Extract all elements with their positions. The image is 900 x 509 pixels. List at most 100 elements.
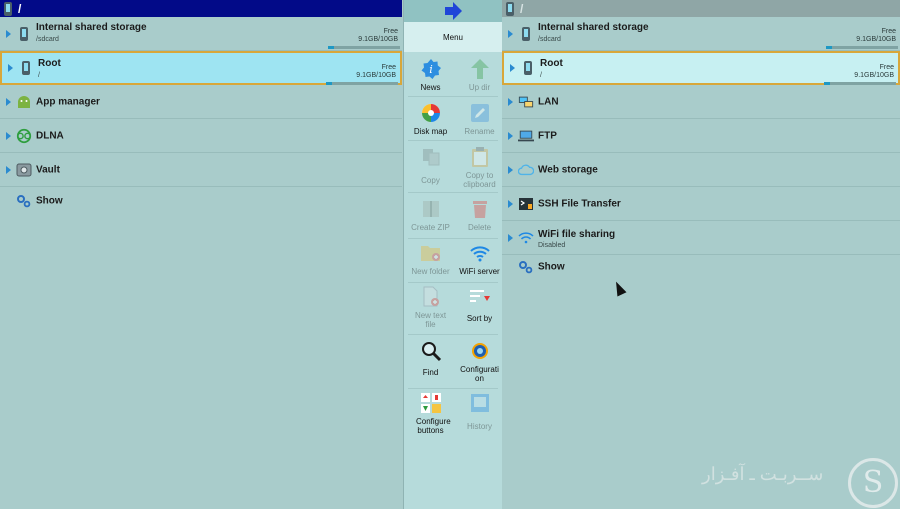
copy-icon [420, 146, 442, 168]
storage-path: / [540, 72, 542, 79]
left-path: / [18, 1, 22, 16]
storage-title: Root [38, 58, 61, 69]
wifi-icon [469, 242, 491, 264]
right-path: / [520, 1, 524, 16]
new-file-icon [420, 286, 442, 308]
menu-configuration-button[interactable]: Configuration [457, 340, 502, 383]
storage-row-root[interactable]: Root / Free 9.1GB/10GB [0, 51, 402, 85]
left-path-header[interactable]: / [0, 0, 402, 17]
menu-title[interactable]: Menu [404, 22, 502, 52]
expand-arrow-icon[interactable] [6, 131, 11, 140]
zip-icon [420, 198, 442, 220]
list-item-label: Show [538, 261, 565, 273]
gears-icon [16, 193, 32, 209]
svg-text:i: i [429, 63, 433, 76]
menu-title-label: Menu [442, 32, 463, 42]
menu-delete-button[interactable]: Delete [457, 198, 502, 232]
ftp-icon [518, 128, 534, 144]
free-label: Free [879, 64, 894, 71]
list-item-wifi-file-sharing[interactable]: WiFi file sharing Disabled [502, 221, 900, 255]
gear-icon [469, 340, 491, 362]
menu-configure-buttons-button[interactable]: Configure buttons [408, 392, 453, 435]
watermark-logo: S [848, 458, 898, 508]
size-label: 9.1GB/10GB [856, 36, 896, 43]
right-pane: / Internal shared storage /sdcard Free 9… [502, 0, 900, 509]
free-label: Free [881, 28, 896, 35]
dlna-icon [16, 128, 32, 144]
ssh-icon [518, 196, 534, 212]
menu-up-dir-button[interactable]: Up dir [457, 58, 502, 92]
left-pane: / Internal shared storage /sdcard Free 9… [0, 0, 402, 509]
list-item-vault[interactable]: Vault [0, 153, 402, 187]
menu-copy-button[interactable]: Copy [408, 146, 453, 185]
list-item-status: Disabled [538, 242, 566, 249]
storage-path: /sdcard [538, 36, 561, 43]
menu-create-zip-button[interactable]: Create ZIP [408, 198, 453, 232]
menu-history-button[interactable]: History [457, 392, 502, 431]
right-path-header[interactable]: / [502, 0, 900, 17]
list-item-label: DLNA [36, 130, 64, 141]
list-item-dlna[interactable]: DLNA [0, 119, 402, 153]
expand-arrow-icon[interactable] [508, 165, 513, 174]
menu-rename-button[interactable]: Rename [457, 102, 502, 136]
storage-path: /sdcard [36, 36, 59, 43]
pane-switch-button[interactable] [404, 0, 502, 22]
cloud-icon [518, 162, 534, 178]
menu-find-button[interactable]: Find [408, 340, 453, 377]
expand-arrow-icon[interactable] [6, 29, 11, 38]
pie-chart-icon [420, 102, 442, 124]
list-item-lan[interactable]: LAN [502, 85, 900, 119]
list-item-show[interactable]: Show [0, 187, 402, 215]
phone-storage-icon [518, 26, 534, 42]
configure-buttons-icon [420, 392, 442, 414]
gears-icon [518, 259, 534, 275]
expand-arrow-icon[interactable] [510, 64, 515, 72]
watermark-text: ســربـت ـ آفـزار [702, 464, 824, 484]
list-item-ssh-file-transfer[interactable]: SSH File Transfer [502, 187, 900, 221]
magnifier-icon [420, 340, 442, 362]
expand-arrow-icon[interactable] [508, 233, 513, 242]
lan-icon [518, 94, 534, 110]
wifi-icon [518, 230, 534, 246]
clipboard-icon [469, 146, 491, 168]
menu-copy-clipboard-button[interactable]: Copy to clipboard [457, 146, 502, 189]
menu-wifi-server-button[interactable]: WiFi server [457, 242, 502, 276]
vault-icon [16, 162, 32, 178]
menu-news-button[interactable]: i News [408, 58, 453, 92]
list-item-show[interactable]: Show [502, 255, 900, 279]
storage-title: Root [540, 58, 563, 69]
menu-disk-map-button[interactable]: Disk map [408, 102, 453, 136]
storage-row-internal[interactable]: Internal shared storage /sdcard Free 9.1… [502, 17, 900, 51]
list-item-label: LAN [538, 96, 559, 107]
new-folder-icon [420, 242, 442, 264]
expand-arrow-icon[interactable] [6, 165, 11, 174]
expand-arrow-icon[interactable] [6, 97, 11, 106]
list-item-app-manager[interactable]: App manager [0, 85, 402, 119]
menu-panel: Menu i News Up dir Disk map Rename Copy … [403, 0, 503, 509]
size-label: 9.1GB/10GB [358, 36, 398, 43]
menu-sort-by-button[interactable]: Sort by [457, 286, 502, 323]
expand-arrow-icon[interactable] [508, 131, 513, 140]
device-icon [506, 1, 514, 16]
expand-arrow-icon[interactable] [508, 29, 513, 38]
list-item-label: Show [36, 195, 63, 207]
sort-icon [469, 286, 491, 308]
device-icon [4, 1, 12, 16]
list-item-ftp[interactable]: FTP [502, 119, 900, 153]
expand-arrow-icon[interactable] [508, 199, 513, 208]
storage-row-internal[interactable]: Internal shared storage /sdcard Free 9.1… [0, 17, 402, 51]
android-icon [16, 94, 32, 110]
phone-storage-icon [16, 26, 32, 42]
expand-arrow-icon[interactable] [8, 64, 13, 72]
storage-path: / [38, 72, 40, 79]
pencil-icon [469, 102, 491, 124]
size-label: 9.1GB/10GB [854, 72, 894, 79]
free-label: Free [381, 64, 396, 71]
list-item-web-storage[interactable]: Web storage [502, 153, 900, 187]
menu-new-folder-button[interactable]: New folder [408, 242, 453, 276]
list-item-label: App manager [36, 96, 100, 107]
menu-new-text-file-button[interactable]: New text file [408, 286, 453, 329]
expand-arrow-icon[interactable] [508, 97, 513, 106]
size-label: 9.1GB/10GB [356, 72, 396, 79]
storage-row-root[interactable]: Root / Free 9.1GB/10GB [502, 51, 900, 85]
